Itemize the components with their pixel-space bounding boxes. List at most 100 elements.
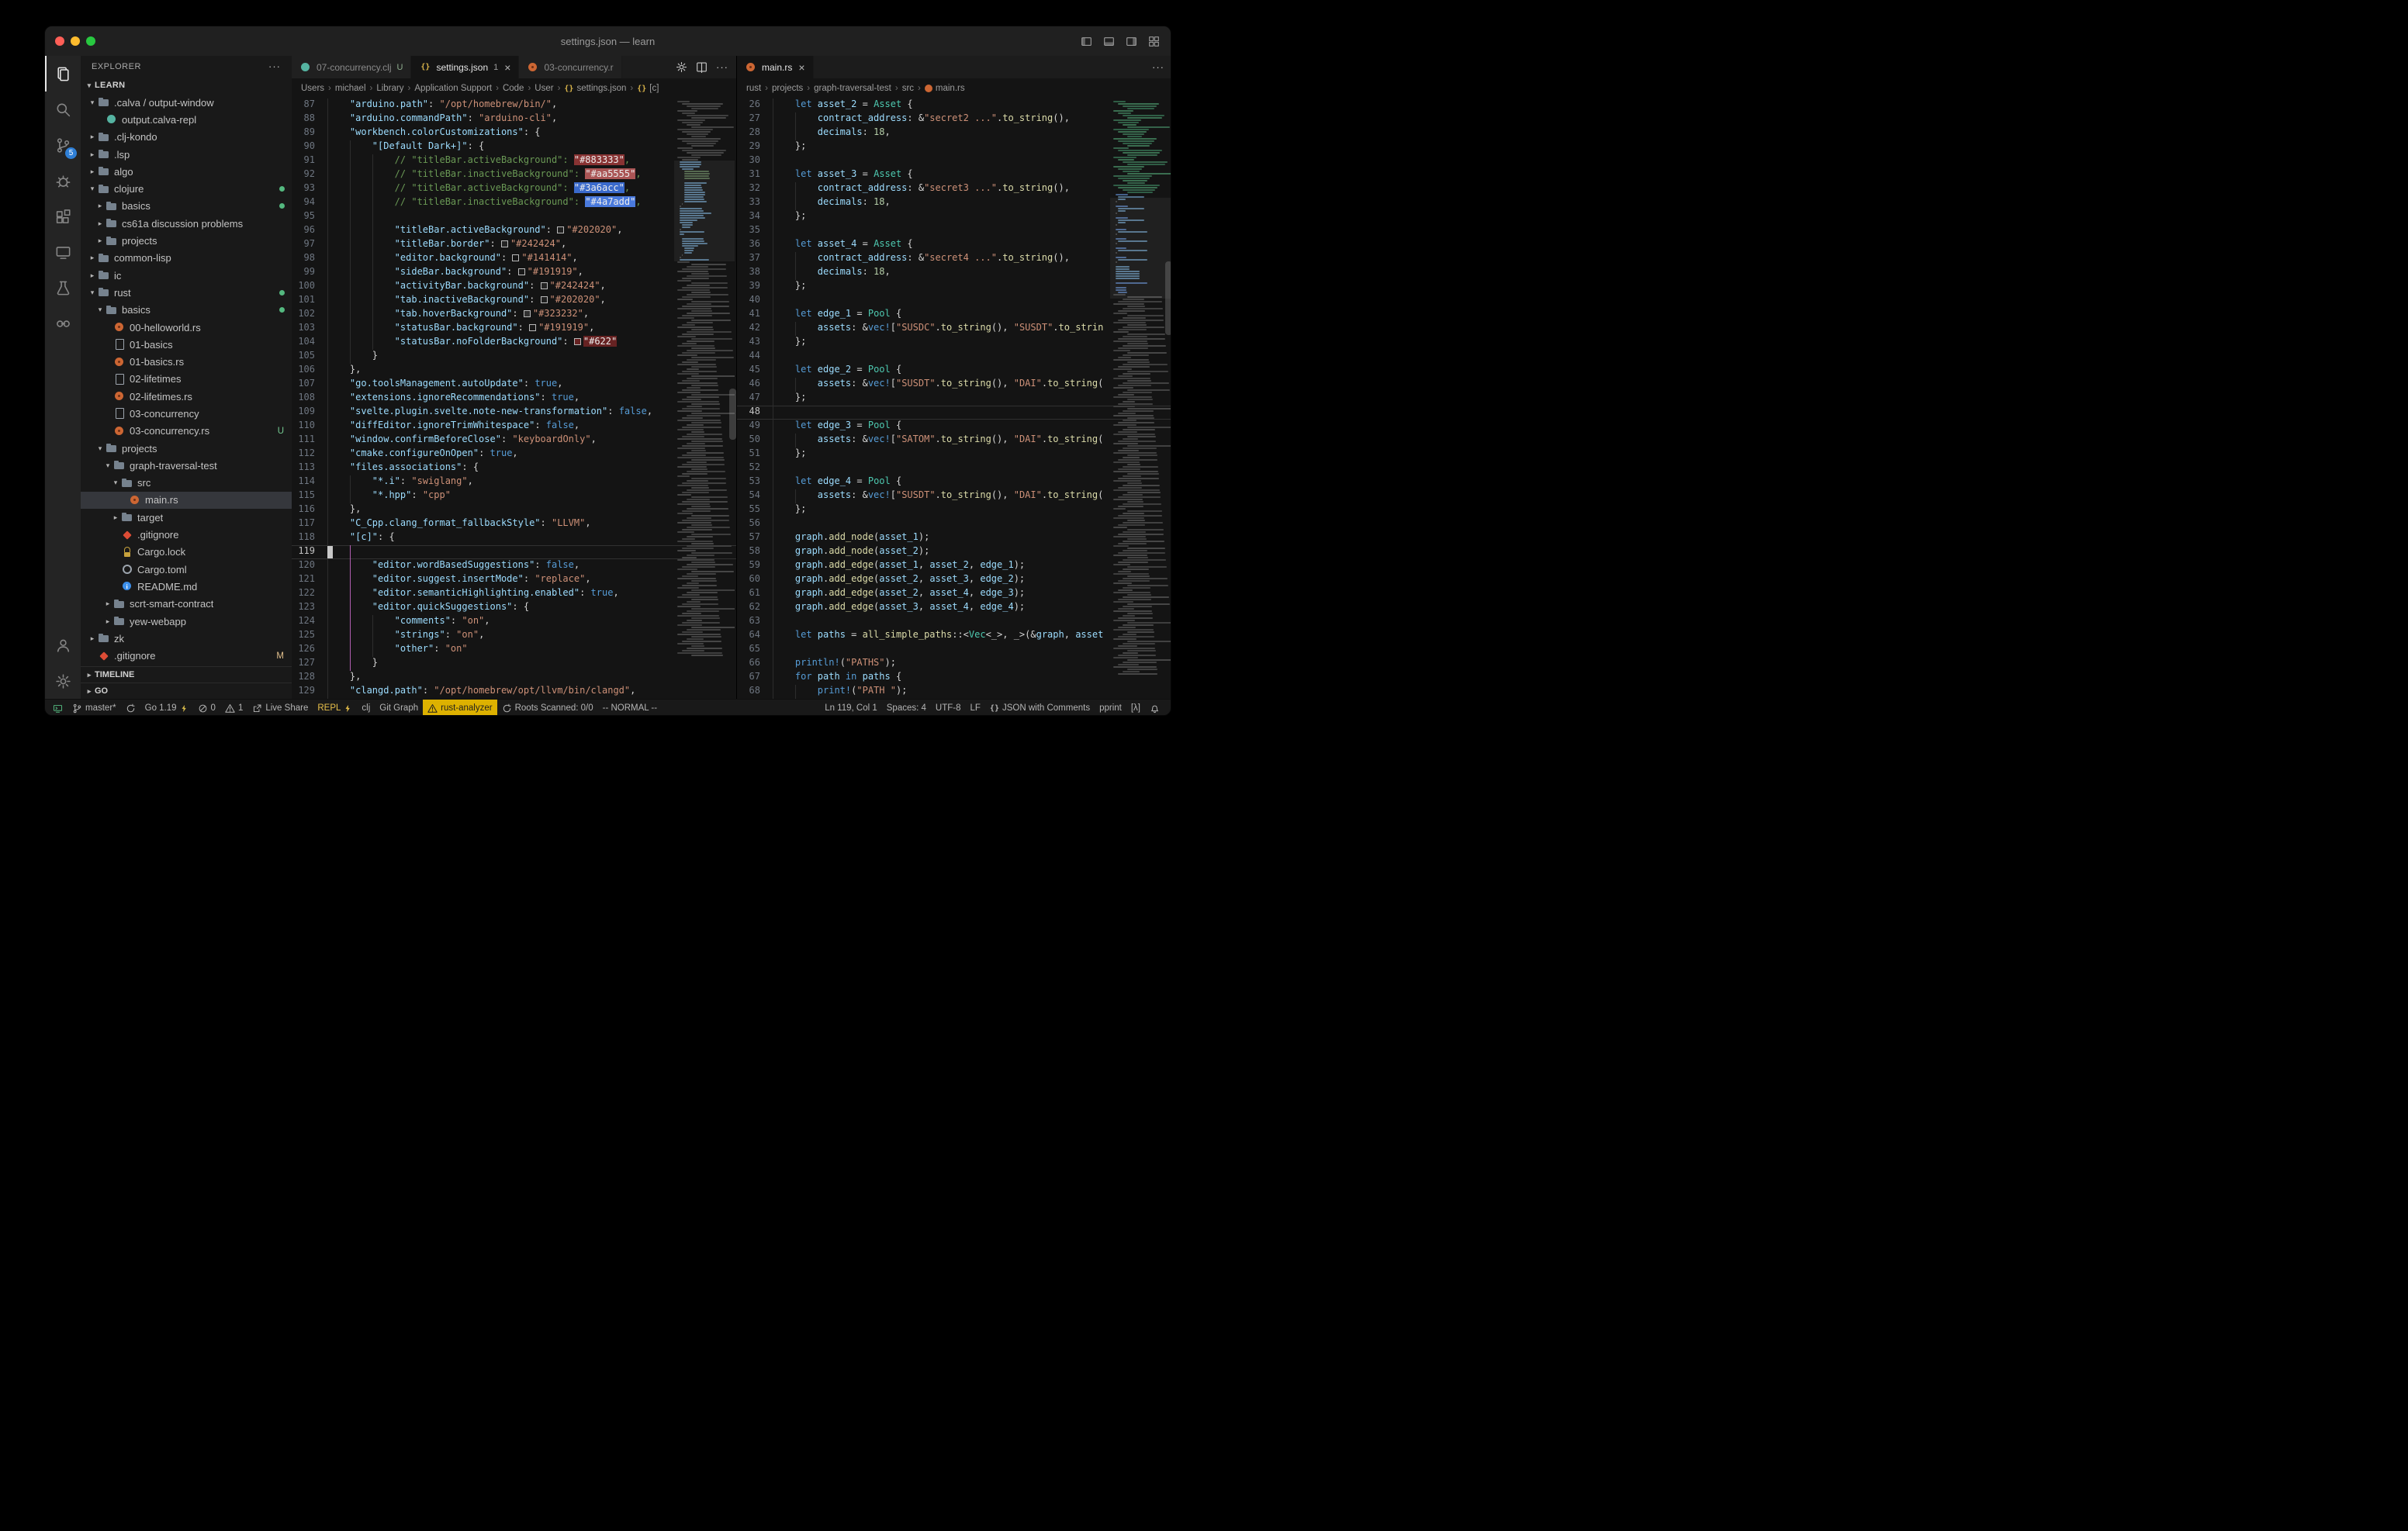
close-window-button[interactable] — [55, 36, 64, 46]
more-actions-icon[interactable]: ··· — [716, 61, 728, 73]
tree-item[interactable]: ▸scrt-smart-contract — [81, 596, 292, 613]
tree-item[interactable]: Cargo.toml — [81, 561, 292, 578]
editor-main-rs[interactable]: 26let asset_2 = Asset {27contract_addres… — [737, 98, 1171, 699]
activitybar-search[interactable] — [45, 92, 81, 127]
breadcrumb-item[interactable]: Users — [301, 84, 324, 93]
layout-sidebar-right-button[interactable] — [1126, 36, 1137, 47]
minimize-window-button[interactable] — [71, 36, 80, 46]
tree-item[interactable]: ▸cs61a discussion problems — [81, 215, 292, 232]
title-bar[interactable]: settings.json — learn — [45, 26, 1171, 56]
minimap-slider[interactable] — [674, 161, 735, 261]
breadcrumb-item[interactable]: projects — [772, 84, 803, 93]
tree-item[interactable]: README.md — [81, 578, 292, 595]
activitybar-live-share[interactable] — [45, 306, 81, 341]
tree-item[interactable]: output.calva-repl — [81, 111, 292, 128]
tree-item[interactable]: ▾basics — [81, 302, 292, 319]
tree-item[interactable]: ▾rust — [81, 284, 292, 301]
minimap[interactable] — [1110, 98, 1171, 699]
status-sync[interactable] — [121, 700, 140, 716]
tab-07-concurrency.clj[interactable]: 07-concurrency.cljU — [292, 56, 411, 78]
tree-item[interactable]: ▸.lsp — [81, 146, 292, 163]
breadcrumb-item[interactable]: michael — [335, 84, 366, 93]
activitybar-settings[interactable] — [45, 663, 81, 699]
tree-item[interactable]: ▾projects — [81, 440, 292, 457]
tree-item[interactable]: ▸target — [81, 509, 292, 526]
breadcrumb-item[interactable]: src — [902, 84, 914, 93]
status-eol[interactable]: LF — [966, 700, 985, 716]
zoom-window-button[interactable] — [86, 36, 95, 46]
split-icon[interactable] — [696, 61, 708, 73]
tree-item[interactable]: ▾.calva / output-window — [81, 94, 292, 111]
tab-03-concurrency.r[interactable]: 03-concurrency.r — [519, 56, 621, 78]
more-actions-icon[interactable]: ··· — [1152, 61, 1164, 73]
activitybar-explorer[interactable] — [45, 56, 81, 92]
close-icon[interactable]: × — [504, 61, 510, 74]
status-repl[interactable]: REPL — [313, 700, 357, 716]
status-git-graph[interactable]: Git Graph — [375, 700, 423, 716]
status-vim-mode[interactable]: -- NORMAL -- — [598, 700, 662, 716]
tree-item[interactable]: 00-helloworld.rs — [81, 319, 292, 336]
tree-item[interactable]: 01-basics — [81, 336, 292, 353]
tree-item[interactable]: 02-lifetimes — [81, 371, 292, 388]
status-rust-analyzer[interactable]: rust-analyzer — [423, 700, 496, 716]
sidebar-section-timeline[interactable]: ▸ TIMELINE — [81, 666, 292, 683]
scrollbar-thumb[interactable] — [729, 389, 736, 440]
status-pprint[interactable]: pprint — [1095, 700, 1126, 716]
breadcrumb-item[interactable]: {}[c] — [637, 84, 659, 93]
tab-settings.json[interactable]: settings.json1× — [411, 56, 519, 78]
tree-item[interactable]: 03-concurrency.rsU — [81, 423, 292, 440]
status-notifications[interactable] — [1145, 700, 1164, 716]
minimap-slider[interactable] — [1110, 198, 1171, 299]
tree-item[interactable]: .gitignoreM — [81, 648, 292, 665]
tree-item[interactable]: ▸yew-webapp — [81, 613, 292, 630]
close-icon[interactable]: × — [798, 61, 804, 74]
breadcrumb-item[interactable]: Library — [376, 84, 403, 93]
gear-icon[interactable] — [676, 61, 687, 73]
activitybar-remote-explorer[interactable] — [45, 234, 81, 270]
tree-item[interactable]: ▸algo — [81, 163, 292, 180]
status-indentation[interactable]: Spaces: 4 — [882, 700, 931, 716]
scrollbar-thumb[interactable] — [1165, 261, 1171, 335]
tree-item[interactable]: 01-basics.rs — [81, 353, 292, 370]
tab-main.rs[interactable]: main.rs× — [737, 56, 814, 78]
status-language-mode[interactable]: {}JSON with Comments — [985, 700, 1095, 716]
editor-settings-json[interactable]: 87"arduino.path": "/opt/homebrew/bin/",8… — [292, 98, 736, 699]
status-roots-scanned[interactable]: Roots Scanned: 0/0 — [497, 700, 598, 716]
breadcrumb-item[interactable]: graph-traversal-test — [814, 84, 891, 93]
tree-item[interactable]: ▸basics — [81, 198, 292, 215]
tree-item[interactable]: ▸zk — [81, 630, 292, 647]
status-encoding[interactable]: UTF-8 — [931, 700, 966, 716]
status-live-share[interactable]: Live Share — [247, 700, 313, 716]
tree-item[interactable]: ▸ic — [81, 267, 292, 284]
status-go-version[interactable]: Go 1.19 — [140, 700, 193, 716]
tree-item[interactable]: 03-concurrency — [81, 405, 292, 422]
tree-item[interactable]: ▸projects — [81, 232, 292, 249]
tree-item[interactable]: 02-lifetimes.rs — [81, 388, 292, 405]
activitybar-accounts[interactable] — [45, 627, 81, 663]
activitybar-run-debug[interactable] — [45, 163, 81, 199]
activitybar-source-control[interactable]: 5 — [45, 127, 81, 163]
activitybar-testing[interactable] — [45, 270, 81, 306]
status-clj[interactable]: clj — [357, 700, 375, 716]
tree-item[interactable]: ▸.clj-kondo — [81, 129, 292, 146]
tree-item[interactable]: ▾clojure — [81, 180, 292, 197]
sidebar-section-learn[interactable]: ▾ LEARN — [81, 77, 292, 94]
layout-grid-button[interactable] — [1148, 36, 1160, 47]
breadcrumb-item[interactable]: Application Support — [414, 84, 492, 93]
tree-item[interactable]: Cargo.lock — [81, 544, 292, 561]
status-warnings[interactable]: 1 — [220, 700, 247, 716]
status-remote-indicator[interactable] — [48, 700, 67, 716]
tree-item[interactable]: main.rs — [81, 492, 292, 509]
layout-sidebar-left-button[interactable] — [1081, 36, 1092, 47]
tree-item[interactable]: ▸common-lisp — [81, 250, 292, 267]
status-errors[interactable]: 0 — [193, 700, 220, 716]
layout-panel-button[interactable] — [1103, 36, 1115, 47]
more-actions-icon[interactable]: ··· — [268, 60, 281, 72]
breadcrumb-item[interactable]: Code — [503, 84, 524, 93]
breadcrumb-item[interactable]: main.rs — [925, 84, 965, 93]
status-cursor-position[interactable]: Ln 119, Col 1 — [820, 700, 882, 716]
breadcrumb-item[interactable]: {}settings.json — [564, 84, 626, 93]
tree-item[interactable]: .gitignore — [81, 526, 292, 543]
status-lambda[interactable]: [λ] — [1126, 700, 1145, 716]
breadcrumb-item[interactable]: rust — [746, 84, 761, 93]
